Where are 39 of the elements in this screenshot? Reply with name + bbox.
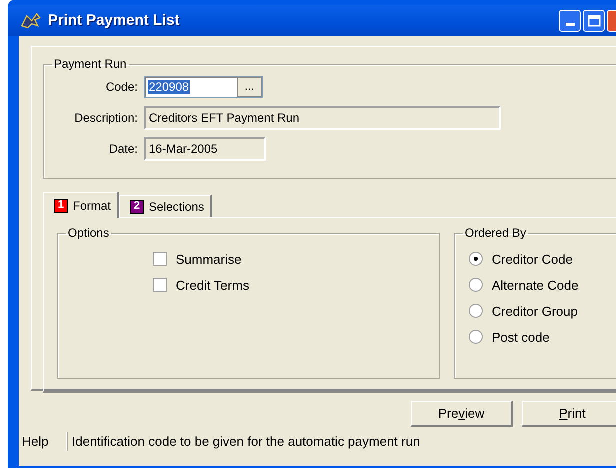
tab-number: 2 — [130, 200, 144, 214]
readonly-field: Creditors EFT Payment Run — [144, 106, 501, 130]
checkbox[interactable] — [153, 278, 167, 292]
app-icon — [20, 12, 42, 30]
radio-button[interactable] — [469, 252, 483, 266]
checkbox-label: Summarise — [176, 252, 242, 266]
group-legend: Options — [66, 226, 112, 240]
window-title: Print Payment List — [48, 12, 181, 29]
tab[interactable]: 2 Selections — [119, 195, 212, 217]
radio-label: Alternate Code — [492, 278, 579, 292]
minimize-icon — [566, 23, 574, 26]
field-label: Date: — [108, 142, 139, 156]
radio-label: Post code — [492, 330, 550, 344]
status-message: Identification code to be given for the automatic payment run — [71, 433, 420, 451]
dialog-button[interactable]: Preview — [411, 401, 513, 427]
readonly-field: 16-Mar-2005 — [144, 137, 266, 161]
radio-button[interactable] — [469, 278, 483, 292]
close-button[interactable] — [607, 10, 616, 32]
dialog-button[interactable]: Print — [522, 401, 616, 427]
field-label: Code: — [104, 80, 139, 94]
group-legend: Payment Run — [52, 57, 129, 71]
tab-label: Format — [73, 198, 112, 212]
radio-button[interactable] — [469, 330, 483, 344]
checkbox[interactable] — [153, 252, 167, 266]
tab-number: 1 — [54, 198, 68, 212]
status-label: Help — [20, 432, 67, 451]
minimize-button[interactable] — [559, 10, 581, 32]
field-label: Description: — [74, 111, 139, 125]
group-legend: Ordered By — [463, 226, 528, 240]
radio-label: Creditor Group — [492, 304, 578, 318]
code-field[interactable]: 220908 ... — [144, 76, 263, 98]
radio-button[interactable] — [469, 304, 483, 318]
maximize-button[interactable] — [583, 10, 605, 32]
maximize-icon — [588, 14, 600, 26]
browse-button[interactable]: ... — [237, 77, 262, 97]
tab-label: Selections — [149, 200, 204, 214]
tab[interactable]: 1 Format — [43, 192, 120, 218]
checkbox-label: Credit Terms — [176, 278, 250, 292]
radio-label: Creditor Code — [492, 252, 573, 266]
